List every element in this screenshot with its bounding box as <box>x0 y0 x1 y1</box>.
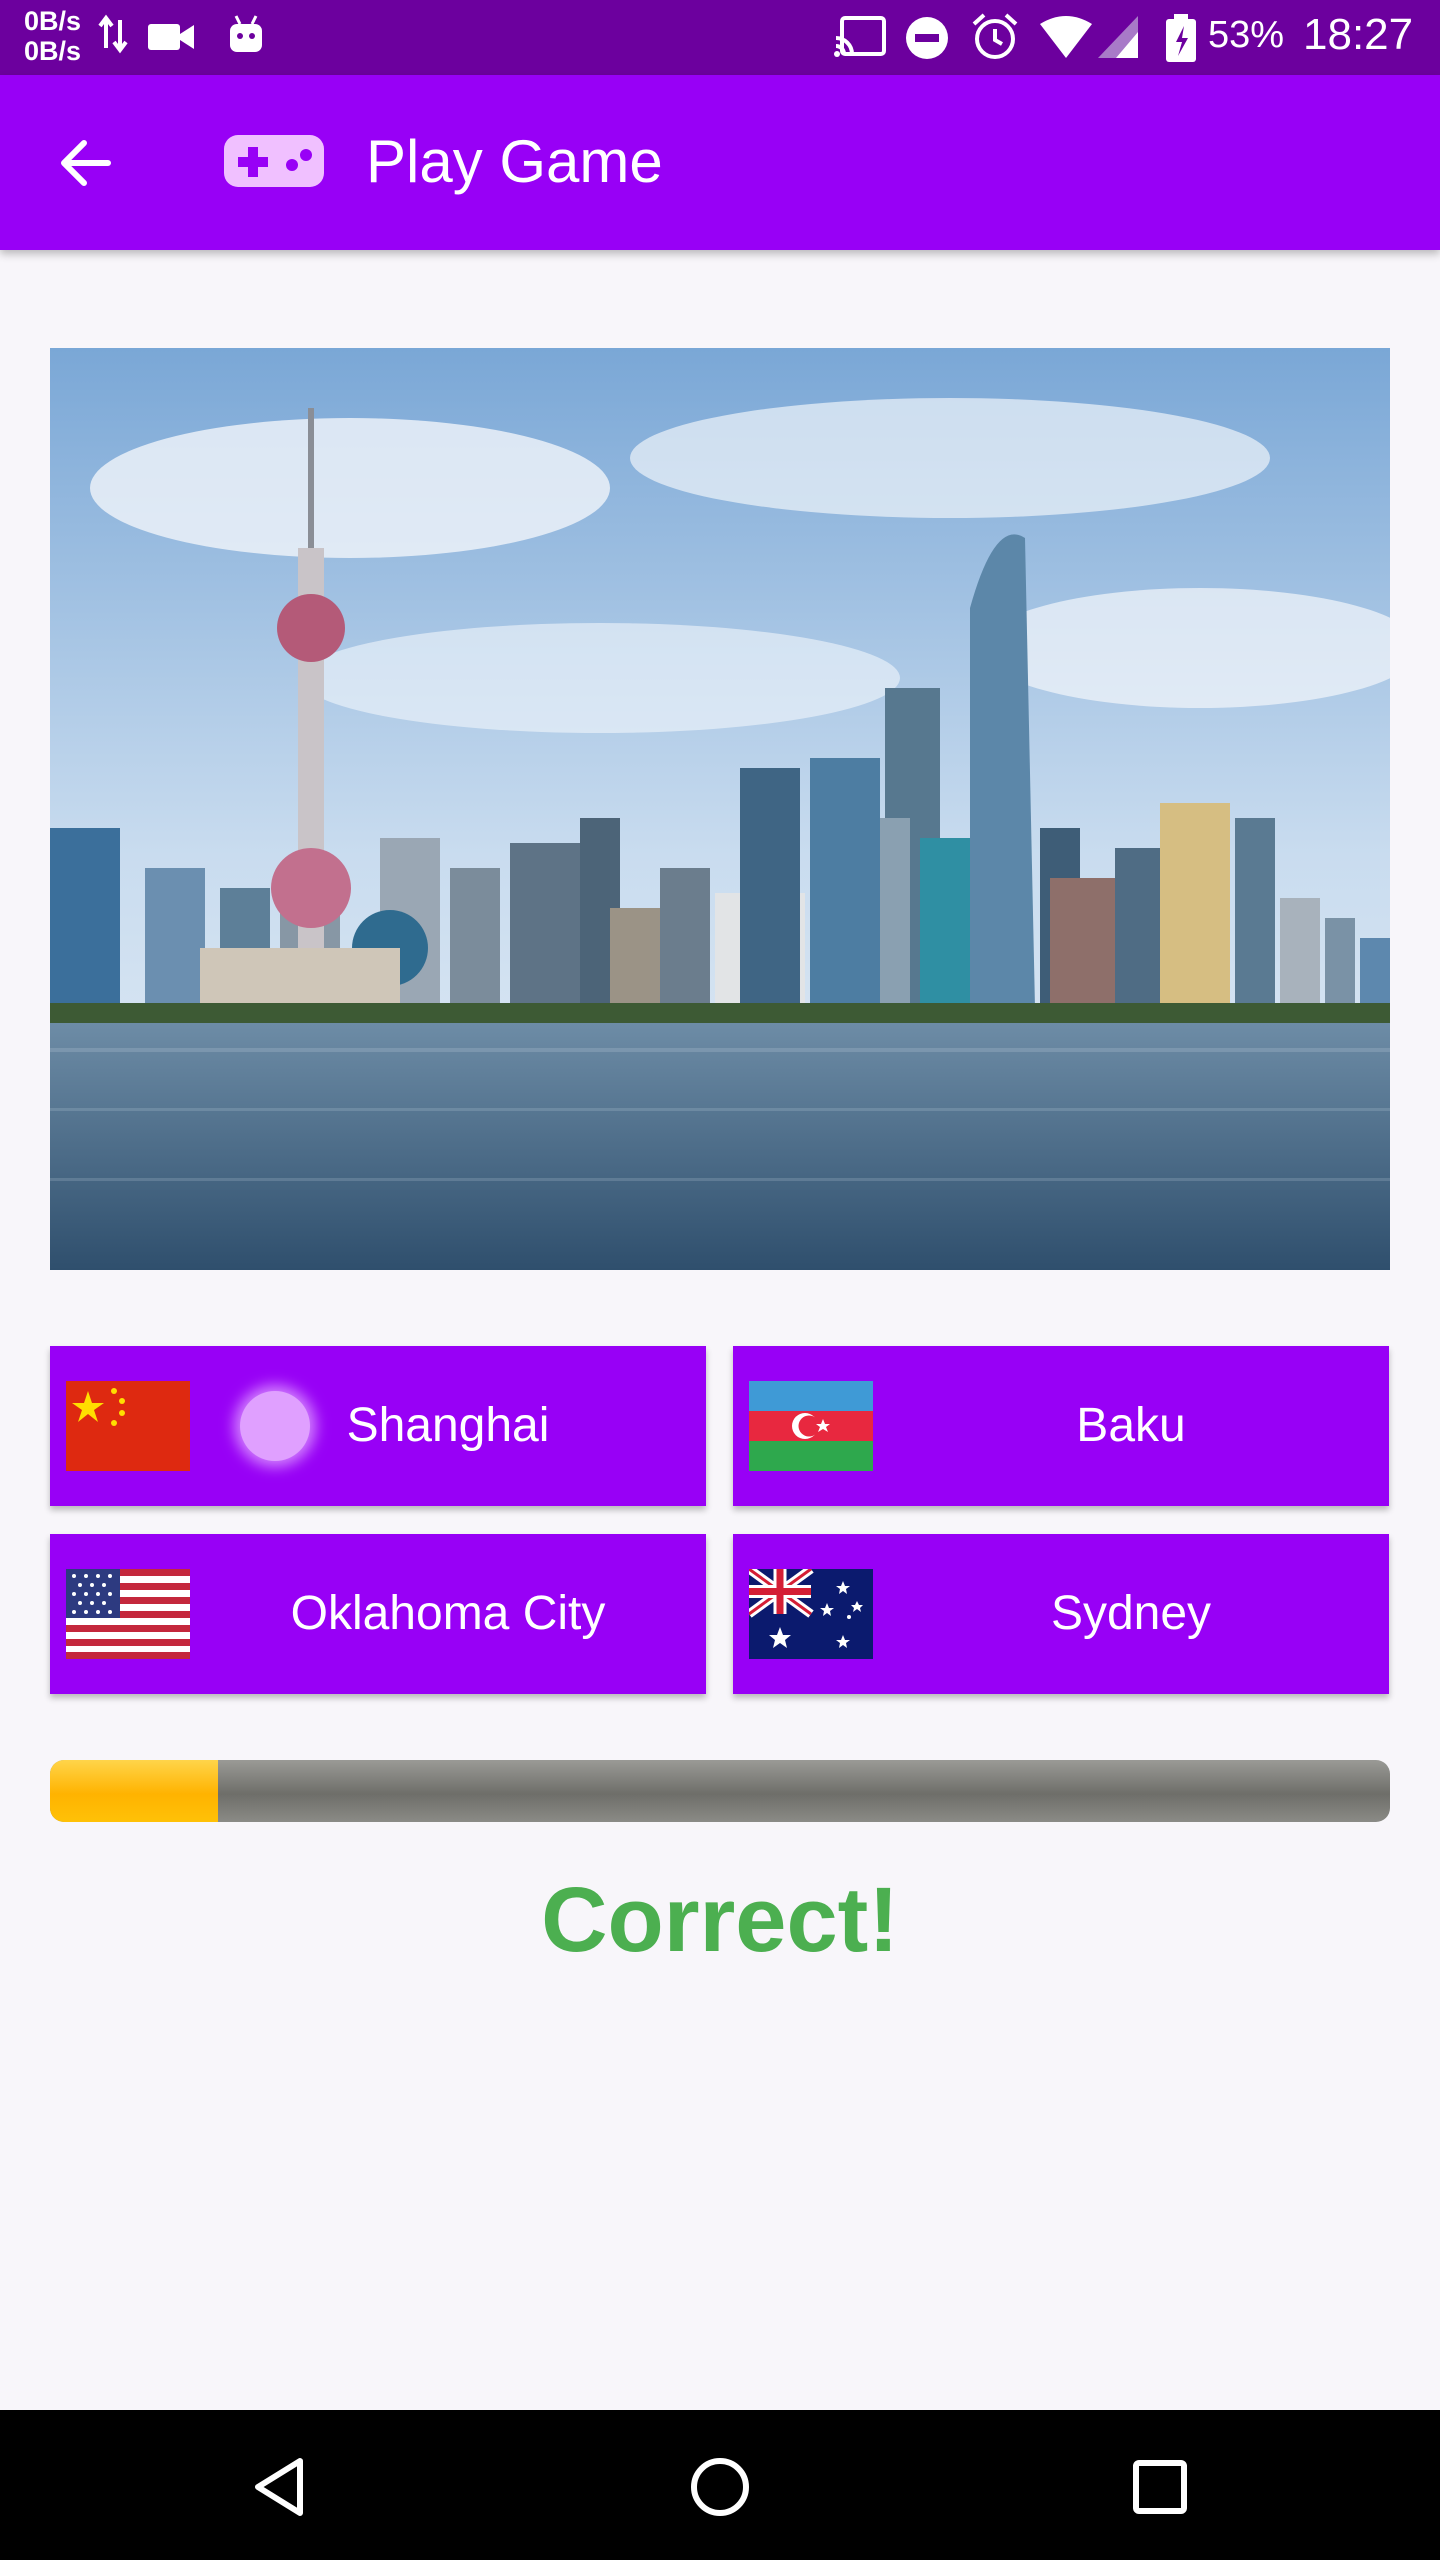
option-label: Sydney <box>1050 1587 1212 1640</box>
wifi-signal-icon <box>1040 16 1138 58</box>
network-speed: 0B/s 0B/s <box>24 6 81 66</box>
result-message: Correct! <box>541 1869 899 1971</box>
option-label: Baku <box>1076 1399 1186 1452</box>
city-skyline-image <box>50 348 1390 1270</box>
video-camera-icon <box>148 24 194 50</box>
azerbaijan-flag-icon <box>749 1381 873 1471</box>
net-down-speed: 0B/s <box>24 36 82 66</box>
home-circle-icon[interactable] <box>688 2455 752 2519</box>
status-bar: 0B/s 0B/s 53% 18:27 <box>0 0 1440 75</box>
progress-fill <box>50 1760 218 1822</box>
back-arrow-icon[interactable] <box>56 133 116 193</box>
back-triangle-icon[interactable] <box>248 2455 312 2519</box>
cast-icon <box>834 16 886 57</box>
usa-flag-icon <box>66 1569 190 1659</box>
option-label: Oklahoma City <box>290 1587 606 1640</box>
australia-flag-icon <box>749 1569 873 1659</box>
option-button-baku[interactable]: Baku <box>733 1346 1389 1506</box>
app-bar: Play Game <box>0 75 1440 250</box>
clock: 18:27 <box>1303 10 1414 59</box>
option-button-shanghai[interactable]: Shanghai <box>50 1346 706 1506</box>
battery-percentage: 53% <box>1208 14 1285 56</box>
city-photo <box>50 348 1390 1270</box>
alarm-icon <box>972 13 1018 59</box>
battery-icon <box>1166 14 1196 62</box>
page-title: Play Game <box>366 128 663 195</box>
option-button-sydney[interactable]: Sydney <box>733 1534 1389 1694</box>
option-label: Shanghai <box>346 1399 550 1452</box>
gamepad-icon <box>224 135 324 187</box>
recents-square-icon[interactable] <box>1128 2455 1192 2519</box>
system-nav-bar <box>0 2410 1440 2560</box>
data-transfer-icon <box>98 14 128 54</box>
china-flag-icon <box>66 1381 190 1471</box>
android-debug-icon <box>230 15 262 52</box>
net-up-speed: 0B/s <box>24 6 82 36</box>
do-not-disturb-icon <box>906 17 948 59</box>
timer-progress-bar <box>50 1760 1390 1822</box>
option-button-oklahoma-city[interactable]: Oklahoma City <box>50 1534 706 1694</box>
